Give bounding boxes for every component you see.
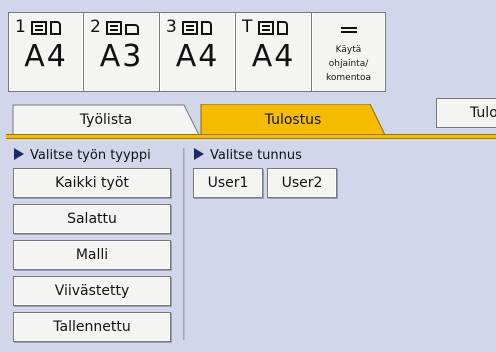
paper-size: A3 xyxy=(99,39,144,74)
tray-number: 2 xyxy=(90,17,101,37)
user2-button[interactable]: User2 xyxy=(267,168,337,198)
triangle-right-icon xyxy=(14,148,24,160)
user1-button[interactable]: User1 xyxy=(193,168,263,198)
tray-3: 3 A4 xyxy=(160,12,236,92)
tab-tulo[interactable]: Tulo xyxy=(436,98,496,128)
paper-size: A4 xyxy=(24,39,68,74)
tab-underline xyxy=(6,134,496,139)
tray-2: 2 A3 xyxy=(84,12,160,92)
tray-number: T xyxy=(242,17,253,37)
tray-1: 1 A4 xyxy=(8,12,84,92)
triangle-right-icon xyxy=(194,148,204,160)
tab-tulostus[interactable]: Tulostus xyxy=(200,104,386,136)
job-type-stored-button[interactable]: Tallennettu xyxy=(13,312,171,342)
job-type-all-button[interactable]: Kaikki työt xyxy=(13,168,171,198)
tray-bar: 1 A4 2 A3 3 A4 T A4 Käytä ohjainta/ kome… xyxy=(8,12,386,94)
user-id-title: Valitse tunnus xyxy=(194,148,302,163)
paper-size: A4 xyxy=(251,39,296,74)
job-type-title: Valitse työn tyyppi xyxy=(14,148,151,163)
paper-portrait-icon xyxy=(50,21,61,35)
paper-tray-icon xyxy=(31,21,47,35)
job-type-encrypted-button[interactable]: Salattu xyxy=(13,204,171,234)
tab-label: Tulostus xyxy=(264,112,322,128)
command-label: Käytä ohjainta/ komentoa xyxy=(326,45,371,83)
paper-landscape-icon xyxy=(125,24,139,35)
tab-label: Työlista xyxy=(79,112,133,128)
tray-icon-group xyxy=(106,21,139,35)
job-type-template-button[interactable]: Malli xyxy=(13,240,171,270)
tray-icon-group xyxy=(258,21,288,35)
paper-tray-icon xyxy=(182,21,198,35)
tray-bypass: T A4 xyxy=(236,12,312,92)
job-type-delayed-button[interactable]: Viivästetty xyxy=(13,276,171,306)
tab-label: Tulo xyxy=(470,105,496,121)
tab-tyolista[interactable]: Työlista xyxy=(12,104,200,136)
column-divider xyxy=(183,148,185,340)
tray-icon-group xyxy=(182,21,212,35)
tray-icon-group xyxy=(31,21,61,35)
tray-number: 1 xyxy=(15,17,26,37)
paper-portrait-icon xyxy=(201,21,212,35)
paper-tray-icon xyxy=(258,21,274,35)
paper-size: A4 xyxy=(175,39,220,74)
paper-portrait-icon xyxy=(277,21,288,35)
tray-number: 3 xyxy=(166,17,177,37)
list-icon xyxy=(341,27,357,36)
paper-tray-icon xyxy=(106,21,122,35)
use-driver-command-button[interactable]: Käytä ohjainta/ komentoa xyxy=(312,12,386,92)
